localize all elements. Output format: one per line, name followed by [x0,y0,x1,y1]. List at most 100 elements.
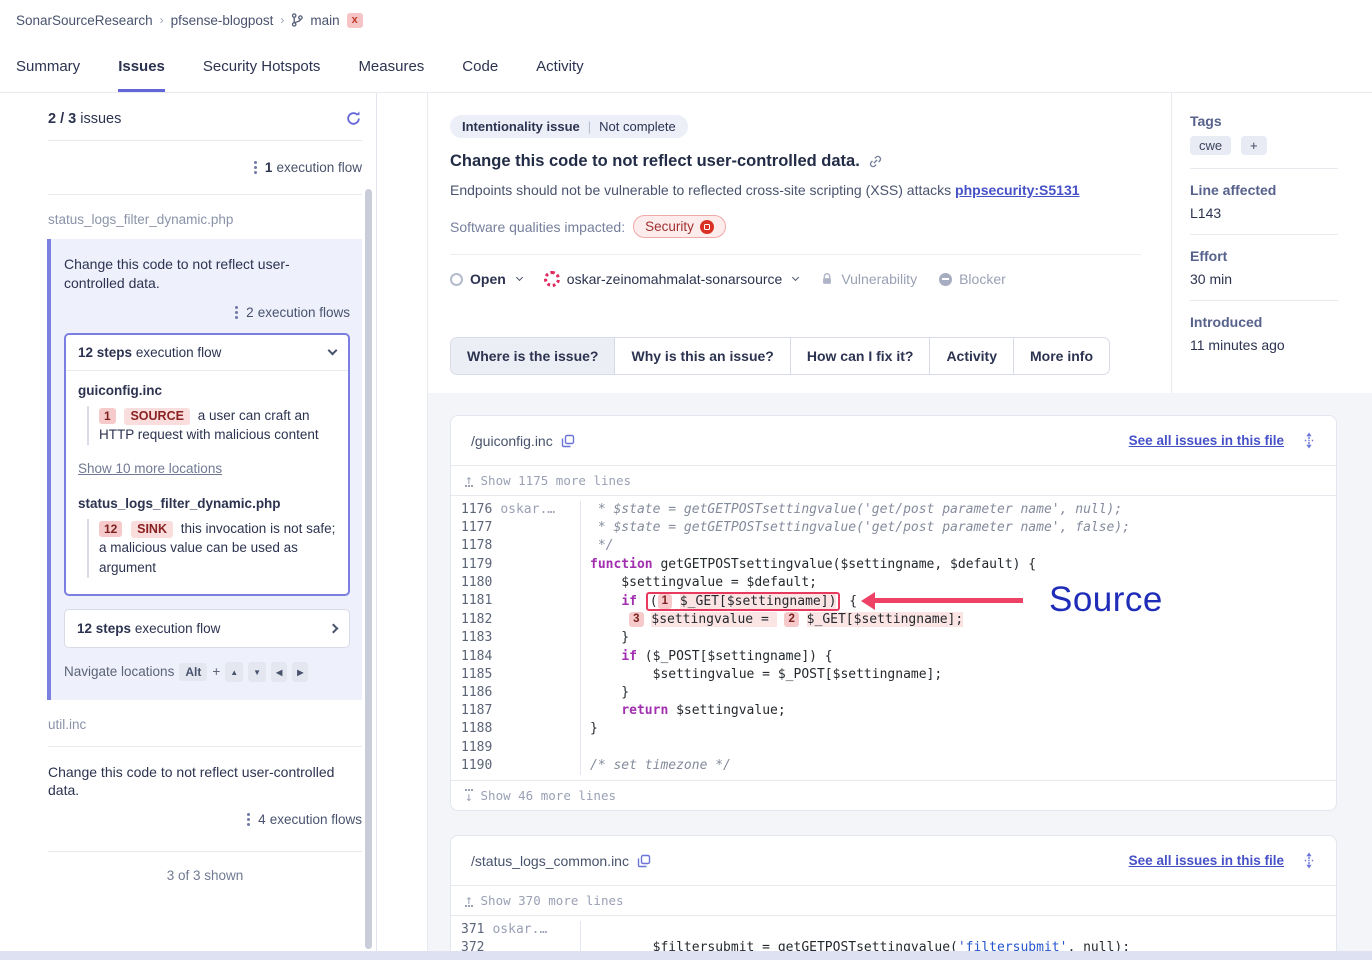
expand-up-icon: ↑ [465,894,473,907]
show-more-lines-top-button[interactable]: ↑ Show 370 more lines [451,885,1336,915]
avatar [544,271,560,287]
code-line: 1180 $settingvalue = $default; [451,574,1336,592]
execution-flow-collapsed[interactable]: 12 steps execution flow [64,609,350,648]
line-number[interactable]: 1188 [461,721,492,736]
nav-tab-summary[interactable]: Summary [16,40,80,92]
nav-tab-activity[interactable]: Activity [536,40,584,92]
blocker-severity-icon [700,220,714,234]
line-number[interactable]: 1182 [461,612,492,627]
issues-shown-footer: 3 of 3 shown [48,852,362,899]
add-tag-button[interactable]: + [1241,136,1267,155]
arrow-left-key: ◀ [271,662,287,682]
issue-message[interactable]: Change this code to not reflect user-con… [64,255,350,293]
chevron-down-icon [516,273,523,280]
issue-message[interactable]: Change this code to not reflect user-con… [48,763,362,801]
line-number[interactable]: 1176 [461,502,492,517]
issue-detail-tabs: Where is the issue? Why is this an issue… [450,337,1110,375]
show-more-lines-top-button[interactable]: ↑ Show 1175 more lines [451,465,1336,495]
line-number[interactable]: 1189 [461,740,492,755]
flow-steps: 12 steps [77,621,131,636]
navigate-locations-hint: Navigate locations Alt + ▲ ▼ ◀ ▶ [64,662,350,682]
nav-tab-measures[interactable]: Measures [358,40,424,92]
execution-flow-icon [247,813,250,826]
line-number[interactable]: 1184 [461,649,492,664]
horizontal-scrollbar[interactable] [0,951,1372,960]
tab-how-can-i-fix-it[interactable]: How can I fix it? [791,338,931,374]
line-affected-value: L143 [1190,205,1338,221]
chevron-down-icon [792,273,799,280]
show-more-lines-bottom-button[interactable]: ↓ Show 46 more lines [451,780,1336,810]
line-author: oskar.… [500,502,555,517]
flow-step-badge[interactable]: 3 [629,612,643,627]
line-number[interactable]: 1180 [461,575,492,590]
line-number[interactable]: 371 [461,922,484,937]
issue-item-3[interactable]: Change this code to not reflect user-con… [48,747,362,853]
line-number[interactable]: 1179 [461,557,492,572]
qualities-label: Software qualities impacted: [450,219,625,235]
line-number[interactable]: 1185 [461,667,492,682]
execution-flow-icon [254,161,257,174]
tab-where-is-the-issue[interactable]: Where is the issue? [451,338,615,374]
show-more-locations-link[interactable]: Show 10 more locations [78,461,222,476]
issues-count-label: issues [80,111,121,127]
arrow-down-key: ▼ [248,662,266,682]
line-affected-label: Line affected [1190,182,1338,198]
issue-location-frame: (1 $_GET[$settingname]) [646,592,841,611]
effort-value: 30 min [1190,271,1338,287]
line-number[interactable]: 1187 [461,703,492,718]
line-number[interactable]: 1186 [461,685,492,700]
status-dropdown[interactable]: Open [450,271,522,287]
tag-cwe[interactable]: cwe [1190,136,1231,155]
line-number[interactable]: 1177 [461,520,492,535]
move-icon[interactable] [1302,852,1316,869]
permalink-icon[interactable] [868,154,883,169]
code-line: 1190/* set timezone */ [451,757,1336,775]
line-number[interactable]: 1181 [461,593,492,608]
arrow-right-key: ▶ [292,662,308,682]
issues-count-header: 2 / 3 issues [48,93,362,141]
file-path: /status_logs_common.inc [471,853,629,869]
copy-icon[interactable] [637,854,651,868]
tab-why-is-this-an-issue[interactable]: Why is this an issue? [615,338,790,374]
arrow-up-key: ▲ [225,662,243,682]
flow-step-badge[interactable]: 1 [658,594,672,609]
tab-activity[interactable]: Activity [930,338,1014,374]
see-all-issues-link[interactable]: See all issues in this file [1129,853,1284,868]
issues-sidebar: 2 / 3 issues 1 execution flow status_log… [0,93,377,959]
breadcrumb-branch[interactable]: main [310,13,339,28]
flow-location[interactable]: 1 SOURCE a user can craft an HTTP reques… [87,406,336,445]
move-icon[interactable] [1302,432,1316,449]
nav-tab-security-hotspots[interactable]: Security Hotspots [203,40,321,92]
line-number[interactable]: 1190 [461,758,492,773]
copy-icon[interactable] [561,434,575,448]
file-group-label: util.inc [48,700,362,747]
assignee-dropdown[interactable]: oskar-zeinomahmalat-sonarsource [544,271,799,287]
issue-description: Endpoints should not be vulnerable to re… [450,182,955,198]
issue-item-1-flows[interactable]: 1 execution flow [48,141,362,195]
tab-more-info[interactable]: More info [1014,338,1109,374]
execution-flow-header[interactable]: 12 steps execution flow [66,335,348,371]
rule-link[interactable]: phpsecurity:S5131 [955,182,1080,198]
sidebar-scrollbar[interactable] [365,189,372,949]
flow-steps: 12 steps [78,345,132,360]
flow-title: execution flow [136,345,222,360]
refresh-icon[interactable] [345,110,362,127]
flow-count: 4 [258,812,266,827]
selected-issue-card[interactable]: Change this code to not reflect user-con… [47,239,362,700]
breadcrumb-org[interactable]: SonarSourceResearch [16,13,153,28]
nav-tab-code[interactable]: Code [462,40,498,92]
code-line: 1188} [451,720,1336,738]
breadcrumb-separator: › [280,13,284,27]
issue-flows[interactable]: 2 execution flows [64,305,350,320]
close-icon[interactable]: x [347,13,363,28]
line-number[interactable]: 1178 [461,538,492,553]
see-all-issues-link[interactable]: See all issues in this file [1129,433,1284,448]
code-line: 371oskar.… [451,921,1336,939]
nav-tab-issues[interactable]: Issues [118,40,165,92]
flow-step-badge[interactable]: 2 [784,612,798,627]
plus-sign: + [212,664,220,679]
line-number[interactable]: 1183 [461,630,492,645]
open-status-icon [450,273,463,286]
breadcrumb-project[interactable]: pfsense-blogpost [171,13,274,28]
flow-location[interactable]: 12 SINK this invocation is not safe; a m… [87,519,336,578]
